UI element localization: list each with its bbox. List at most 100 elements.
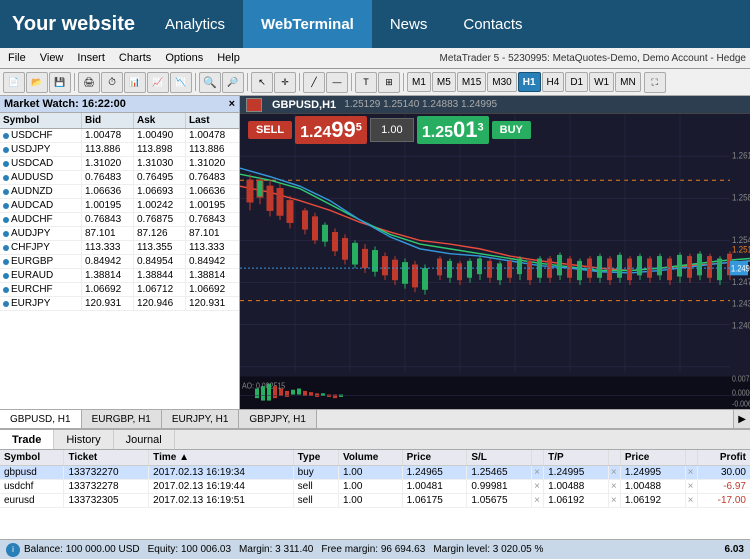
buy-button[interactable]: BUY — [492, 121, 531, 139]
menu-file[interactable]: File — [4, 51, 30, 65]
market-watch-rows: USDCHF 1.00478 1.00490 1.00478 USDJPY 11… — [0, 129, 239, 409]
tb-text[interactable]: T — [355, 72, 377, 93]
tb-fullscreen[interactable]: ⛶ — [644, 72, 666, 93]
market-watch-row[interactable]: USDCHF 1.00478 1.00490 1.00478 — [0, 129, 239, 143]
tf-mn[interactable]: MN — [615, 72, 641, 92]
market-watch-row[interactable]: EURCHF 1.06692 1.06712 1.06692 — [0, 283, 239, 297]
trade-tab-trade[interactable]: Trade — [0, 430, 54, 449]
tb-candle[interactable]: 📊 — [124, 72, 146, 93]
market-watch-row[interactable]: EURAUD 1.38814 1.38844 1.38814 — [0, 269, 239, 283]
trade-row[interactable]: usdchf 133732278 2017.02.13 16:19:44 sel… — [0, 480, 750, 494]
tb-new-chart[interactable]: 📄 — [3, 72, 25, 93]
tf-h4[interactable]: H4 — [542, 72, 565, 92]
tf-m1[interactable]: M1 — [407, 72, 431, 92]
chart-tab-eurgbp[interactable]: EURGBP, H1 — [82, 410, 162, 428]
tb-hline[interactable]: — — [326, 72, 348, 93]
status-info: i Balance: 100 000.00 USD Equity: 100 00… — [6, 543, 543, 557]
market-watch-row[interactable]: EURGBP 0.84942 0.84954 0.84942 — [0, 255, 239, 269]
lot-input[interactable] — [370, 118, 414, 142]
tb-arrow[interactable]: ⊞ — [378, 72, 400, 93]
tb-open[interactable]: 📂 — [26, 72, 48, 93]
nav-webterminal[interactable]: WebTerminal — [243, 0, 372, 48]
th-time[interactable]: Time ▲ — [149, 450, 293, 466]
status-bar: i Balance: 100 000.00 USD Equity: 100 00… — [0, 539, 750, 559]
nav-contacts[interactable]: Contacts — [445, 0, 540, 48]
market-watch-cols: Symbol Bid Ask Last — [0, 113, 239, 129]
menu-view[interactable]: View — [36, 51, 68, 65]
trade-tab-history[interactable]: History — [54, 430, 113, 449]
top-nav: Your website Analytics WebTerminal News … — [0, 0, 750, 48]
status-icon: i — [6, 543, 20, 557]
th-ticket[interactable]: Ticket — [64, 450, 149, 466]
balance-text: Balance: 100 000.00 USD — [24, 544, 140, 555]
tb-bar[interactable]: 📈 — [147, 72, 169, 93]
nav-news[interactable]: News — [372, 0, 446, 48]
site-title: Your website — [0, 0, 147, 48]
market-watch-row[interactable]: AUDCHF 0.76843 0.76875 0.76843 — [0, 213, 239, 227]
tb-line-tool[interactable]: ╱ — [303, 72, 325, 93]
tf-m5[interactable]: M5 — [432, 72, 456, 92]
th-profit[interactable]: Profit — [697, 450, 750, 466]
market-watch-row[interactable]: AUDJPY 87.101 87.126 87.101 — [0, 227, 239, 241]
trade-tab-journal[interactable]: Journal — [114, 430, 175, 449]
main-area: Market Watch: 16:22:00 × Symbol Bid Ask … — [0, 96, 750, 409]
market-watch-row[interactable]: USDCAD 1.31020 1.31030 1.31020 — [0, 157, 239, 171]
th-close-x — [685, 450, 697, 466]
market-watch-close[interactable]: × — [229, 98, 235, 110]
svg-text:-0.006930: -0.006930 — [732, 399, 750, 409]
th-symbol[interactable]: Symbol — [0, 450, 64, 466]
chart-tab-eurjpy[interactable]: EURJPY, H1 — [162, 410, 240, 428]
tb-crosshair[interactable]: ✛ — [274, 72, 296, 93]
menu-insert[interactable]: Insert — [73, 51, 109, 65]
col-symbol: Symbol — [0, 113, 82, 128]
market-watch-row[interactable]: AUDUSD 0.76483 0.76495 0.76483 — [0, 171, 239, 185]
menu-options[interactable]: Options — [161, 51, 207, 65]
tf-d1[interactable]: D1 — [565, 72, 588, 92]
tf-w1[interactable]: W1 — [589, 72, 614, 92]
nav-analytics[interactable]: Analytics — [147, 0, 243, 48]
tb-line[interactable]: 📉 — [170, 72, 192, 93]
tb-zoom-in[interactable]: ⏱ — [101, 72, 123, 93]
margin-text: Margin: 3 311.40 — [239, 544, 313, 555]
th-price[interactable]: Price — [402, 450, 467, 466]
trade-row[interactable]: gbpusd 133732270 2017.02.13 16:19:34 buy… — [0, 466, 750, 480]
tb-save[interactable]: 💾 — [49, 72, 71, 93]
th-volume[interactable]: Volume — [338, 450, 402, 466]
tb-zoom-in2[interactable]: 🔍 — [199, 72, 221, 93]
tb-cursor[interactable]: ↖ — [251, 72, 273, 93]
svg-text:1.2499: 1.2499 — [731, 263, 750, 274]
tb-print[interactable]: 🖨 — [78, 72, 100, 93]
svg-text:0.000000: 0.000000 — [732, 388, 750, 398]
chart-tab-gbpjpy[interactable]: GBPJPY, H1 — [239, 410, 317, 428]
chart-tab-gbpusd[interactable]: GBPUSD, H1 — [0, 410, 82, 428]
svg-text:0.007899: 0.007899 — [732, 374, 750, 384]
market-watch-row[interactable]: EURJPY 120.931 120.946 120.931 — [0, 297, 239, 311]
trade-row[interactable]: eurusd 133732305 2017.02.13 16:19:51 sel… — [0, 494, 750, 508]
tf-m30[interactable]: M30 — [487, 72, 516, 92]
chart-header: GBPUSD,H1 1.25129 1.25140 1.24883 1.2499… — [240, 96, 750, 114]
th-sl[interactable]: S/L — [467, 450, 532, 466]
trade-buttons-row: SELL 1.24995 1.25013 BUY — [248, 116, 531, 144]
th-tp-x — [608, 450, 620, 466]
sell-button[interactable]: SELL — [248, 121, 292, 139]
menu-charts[interactable]: Charts — [115, 51, 155, 65]
tf-h1[interactable]: H1 — [518, 72, 541, 92]
market-watch-row[interactable]: AUDCAD 1.00195 1.00242 1.00195 — [0, 199, 239, 213]
chart-tab-scroll-right[interactable]: ▶ — [733, 410, 750, 428]
chart-canvas: 1.26173 1.25817 1.25461 1.25105 1.24749 … — [240, 114, 750, 409]
th-tp[interactable]: T/P — [544, 450, 609, 466]
tf-m15[interactable]: M15 — [457, 72, 486, 92]
menu-help[interactable]: Help — [213, 51, 244, 65]
menu-right: MetaTrader 5 - 5230995: MetaQuotes-Demo,… — [440, 53, 746, 64]
chart-area: GBPUSD,H1 1.25129 1.25140 1.24883 1.2499… — [240, 96, 750, 409]
market-watch-row[interactable]: USDJPY 113.886 113.898 113.886 — [0, 143, 239, 157]
col-ask: Ask — [134, 113, 186, 128]
th-type[interactable]: Type — [293, 450, 338, 466]
th-close-price[interactable]: Price — [620, 450, 685, 466]
trade-panel: Trade History Journal Symbol Ticket Time… — [0, 429, 750, 539]
buy-price-box: 1.25013 — [417, 116, 489, 144]
menu-bar: File View Insert Charts Options Help Met… — [0, 48, 750, 69]
tb-zoom-out[interactable]: 🔎 — [222, 72, 244, 93]
market-watch-row[interactable]: CHFJPY 113.333 113.355 113.333 — [0, 241, 239, 255]
market-watch-row[interactable]: AUDNZD 1.06636 1.06693 1.06636 — [0, 185, 239, 199]
